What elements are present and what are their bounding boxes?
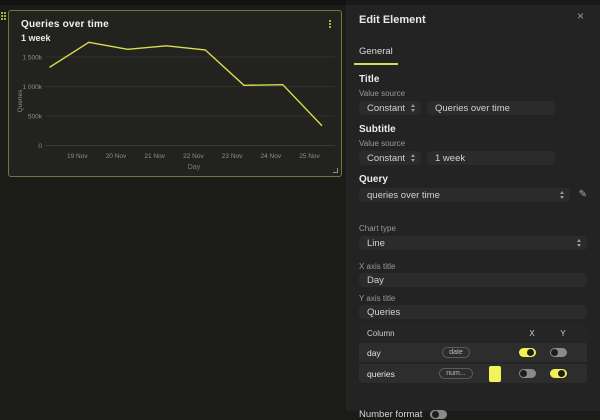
query-select[interactable]: queries over time <box>359 188 570 202</box>
select-updown-icon <box>411 154 415 162</box>
chart-subtitle: 1 week <box>21 33 109 43</box>
y-axis-tick-label: 500k <box>28 114 43 121</box>
x-axis-title-label: X axis title <box>359 262 587 271</box>
column-y-toggle[interactable] <box>550 369 567 378</box>
title-value-input[interactable] <box>427 101 555 115</box>
number-format-toggle[interactable] <box>430 410 447 419</box>
y-axis-title: Queries <box>17 89 24 113</box>
column-x-toggle[interactable] <box>519 348 536 357</box>
close-icon[interactable]: × <box>577 9 584 23</box>
title-source-value: Constant <box>367 103 405 114</box>
y-axis-tick-label: 1 500k <box>22 55 42 62</box>
y-axis-tick-label: 0 <box>38 143 42 150</box>
panel-title: Edit Element <box>359 14 426 26</box>
edit-query-icon[interactable]: ✎ <box>579 190 587 200</box>
x-axis-title-input[interactable] <box>359 273 587 287</box>
title-source-select[interactable]: Constant <box>359 101 421 115</box>
edit-element-panel: Edit Element × General Title Value sourc… <box>346 0 600 411</box>
x-axis-tick-label: 20 Nov <box>106 153 127 160</box>
select-updown-icon <box>577 239 581 247</box>
select-updown-icon <box>411 104 415 112</box>
chart-type-value: Line <box>367 238 385 249</box>
drag-handle-icon[interactable] <box>1 12 6 20</box>
subtitle-value-input[interactable] <box>427 151 555 165</box>
y-header: Y <box>547 329 579 338</box>
columns-table: Column X Y daydate queries num... <box>359 325 587 383</box>
chart-type-label: Chart type <box>359 224 587 233</box>
chart-type-select[interactable]: Line <box>359 236 587 250</box>
chart-title: Queries over time <box>21 19 109 30</box>
subtitle-source-value: Constant <box>367 153 405 164</box>
y-axis-tick-label: 1 000k <box>22 84 42 91</box>
column-color-swatch[interactable] <box>489 366 501 382</box>
x-axis-tick-label: 24 Nov <box>260 153 281 160</box>
column-x-toggle[interactable] <box>519 369 536 378</box>
x-header: X <box>517 329 547 338</box>
x-axis-tick-label: 25 Nov <box>299 153 320 160</box>
subtitle-section-label: Subtitle <box>359 124 587 135</box>
subtitle-value-source-label: Value source <box>359 139 587 148</box>
x-axis-tick-label: 21 Nov <box>144 153 165 160</box>
subtitle-source-select[interactable]: Constant <box>359 151 421 165</box>
tab-bar: General <box>359 41 587 65</box>
tab-general[interactable]: General <box>354 46 398 65</box>
panel-header: Edit Element × <box>359 10 587 26</box>
dashboard-canvas: 1 500k 1 000k 500k 0 19 Nov 20 Nov 21 Nov 22 No… <box>0 0 346 411</box>
column-name: queries <box>367 369 434 379</box>
chart-menu-icon[interactable] <box>327 18 333 30</box>
columns-table-header: Column X Y <box>359 325 587 341</box>
title-section-label: Title <box>359 74 587 85</box>
query-select-value: queries over time <box>367 190 440 201</box>
x-axis-tick-label: 22 Nov <box>183 153 204 160</box>
column-row: daydate <box>359 343 587 362</box>
x-axis-tick-label: 19 Nov <box>67 153 88 160</box>
query-section-label: Query <box>359 174 587 185</box>
title-value-source-label: Value source <box>359 89 587 98</box>
resize-handle-icon[interactable] <box>333 168 338 173</box>
column-type-badge: num... <box>439 368 472 379</box>
chart-element[interactable]: 1 500k 1 000k 500k 0 19 Nov 20 Nov 21 Nov 22 No… <box>8 10 342 177</box>
column-name: day <box>367 348 434 358</box>
y-axis-title-label: Y axis title <box>359 294 587 303</box>
window-top-edge <box>0 0 600 5</box>
x-axis-title: Day <box>188 164 201 171</box>
chart-line <box>50 42 322 125</box>
column-type-badge: date <box>442 347 470 358</box>
column-y-toggle[interactable] <box>550 348 567 357</box>
column-header: Column <box>367 329 439 338</box>
select-updown-icon <box>560 191 564 199</box>
column-row: queries num... <box>359 364 587 383</box>
y-axis-title-input[interactable] <box>359 305 587 319</box>
x-axis-tick-label: 23 Nov <box>222 153 243 160</box>
